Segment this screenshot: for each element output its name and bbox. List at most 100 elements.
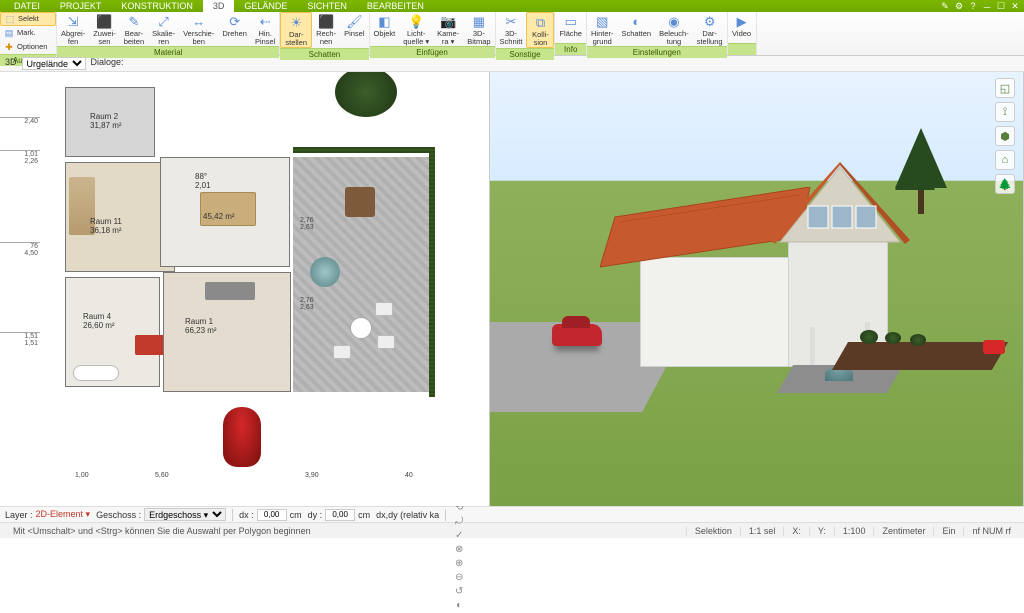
ribbon-icon: ▤ — [4, 28, 14, 38]
ribbon-btn-2-1[interactable]: ⬛Rech- nen — [312, 12, 340, 48]
ribbon-btn-1-1[interactable]: ⬛Zuwei- sen — [89, 12, 120, 46]
ribbon-btn-0-0[interactable]: ⬚Selekt — [0, 12, 56, 26]
ribbon-btn-label: Video — [732, 30, 751, 38]
view-tool-0[interactable]: ◱ — [995, 78, 1015, 98]
view-tool-3[interactable]: ⌂ — [995, 150, 1015, 170]
ribbon-btn-2-0[interactable]: ☀Dar- stellen — [280, 12, 312, 48]
close-icon[interactable]: ✕ — [1010, 1, 1020, 11]
ribbon-btn-1-0[interactable]: ⇲Abgrei- fen — [57, 12, 89, 46]
view-tool-1[interactable]: ⟟ — [995, 102, 1015, 122]
ribbon-btn-1-5[interactable]: ⟳Drehen — [218, 12, 251, 46]
view-tool-4[interactable]: 🌲 — [995, 174, 1015, 194]
umbrella-2d — [310, 257, 340, 287]
ribbon-btn-0-1[interactable]: ▤Mark. — [0, 26, 56, 40]
ribbon-btn-6-3[interactable]: ⚙Dar- stellung — [693, 12, 727, 46]
tab-datei[interactable]: DATEI — [4, 0, 50, 12]
view-2d[interactable]: 2,40 1,01 2,26 76 4,50 1,51 1,51 Raum 23… — [0, 72, 490, 506]
ribbon-icon: ⇠ — [257, 14, 273, 30]
ribbon-btn-0-2[interactable]: ✚Optionen — [0, 40, 56, 54]
ribbon-btn-6-2[interactable]: ◉Beleuch- tung — [655, 12, 693, 46]
ribbon-btn-label: Kolli- sion — [532, 31, 549, 47]
dialog-label: Dialoge: — [91, 57, 124, 70]
ribbon-btn-4-0[interactable]: ✂3D- Schnitt — [496, 12, 527, 48]
coord-mode[interactable]: dx,dy (relativ ka — [376, 510, 439, 520]
ribbon-btn-label: Objekt — [374, 30, 396, 38]
ribbon-btn-4-1[interactable]: ⧉Kolli- sion — [526, 12, 554, 48]
layer-select[interactable]: 2D-Element ▾ — [36, 509, 91, 520]
ribbon-btn-1-4[interactable]: ↔Verschie- ben — [179, 12, 218, 46]
mode-select[interactable]: Urgelände — [22, 57, 86, 70]
info-icon[interactable]: ? — [968, 1, 978, 11]
ribbon-btn-1-2[interactable]: ✎Bear- beiten — [120, 12, 148, 46]
view-tools: ◱ ⟟ ⬢ ⌂ 🌲 — [995, 78, 1017, 194]
ribbon-icon: ⇲ — [65, 14, 81, 30]
ribbon-btn-label: Skalie- ren — [152, 30, 175, 46]
bush-2d — [335, 72, 397, 117]
bottom-tool-10[interactable]: ⊕ — [452, 557, 466, 571]
ribbon-btn-7-0[interactable]: ▶Video — [728, 12, 756, 43]
ribbon-btn-label: Verschie- ben — [183, 30, 214, 46]
ribbon-btn-1-3[interactable]: ⤢Skalie- ren — [148, 12, 179, 46]
bottom-tool-12[interactable]: ↺ — [452, 585, 466, 599]
view-tool-2[interactable]: ⬢ — [995, 126, 1015, 146]
tab-3d[interactable]: 3D — [203, 0, 235, 12]
ribbon-btn-label: Rech- nen — [316, 30, 336, 46]
ribbon-btn-5-0[interactable]: ▭Fläche — [555, 12, 586, 43]
ribbon-icon: ▶ — [734, 14, 750, 30]
ribbon-btn-label: Pinsel — [344, 30, 364, 38]
window-controls: ✎ ⚙ ? － ☐ ✕ — [940, 1, 1020, 11]
ribbon-group-6: ▧Hinter- grund◐Schatten◉Beleuch- tung⚙Da… — [587, 12, 728, 55]
ribbon-btn-label: Abgrei- fen — [61, 30, 85, 46]
ribbon-btn-label: Hinter- grund — [591, 30, 614, 46]
ribbon-icon: 💡 — [408, 14, 424, 30]
help-icon[interactable]: ✎ — [940, 1, 950, 11]
tab-projekt[interactable]: PROJEKT — [50, 0, 112, 12]
ribbon-icon: ⬛ — [96, 14, 112, 30]
dx-input[interactable] — [257, 509, 287, 521]
ribbon-btn-label: Optionen — [17, 43, 47, 51]
settings-icon[interactable]: ⚙ — [954, 1, 964, 11]
ribbon-btn-3-2[interactable]: 📷Kame- ra ▾ — [433, 12, 463, 46]
ribbon-btn-6-0[interactable]: ▧Hinter- grund — [587, 12, 618, 46]
tab-konstruktion[interactable]: KONSTRUKTION — [111, 0, 203, 12]
dy-label: dy : — [308, 510, 323, 520]
ribbon-btn-label: 3D- Schnitt — [500, 30, 523, 46]
dx-label: dx : — [239, 510, 254, 520]
ribbon-btn-1-6[interactable]: ⇠Hin. Pinsel — [251, 12, 279, 46]
ribbon-icon: ▧ — [594, 14, 610, 30]
bottom-tool-14[interactable]: ◐ — [452, 599, 466, 613]
status-num: nf NUM rf — [963, 526, 1019, 536]
mode-label: 3D — [5, 57, 17, 70]
tab-sichten[interactable]: SICHTEN — [297, 0, 357, 12]
minimize-icon[interactable]: － — [982, 1, 992, 11]
ribbon-btn-2-2[interactable]: 🖌Pinsel — [340, 12, 368, 48]
tree-3d — [895, 192, 947, 214]
ribbon-btn-label: Zuwei- sen — [93, 30, 116, 46]
tab-bearbeiten[interactable]: BEARBEITEN — [357, 0, 434, 12]
ribbon-icon: ◉ — [666, 14, 682, 30]
ribbon-btn-3-0[interactable]: ◧Objekt — [370, 12, 400, 46]
ribbon-btn-label: Kame- ra ▾ — [437, 30, 459, 46]
dy-input[interactable] — [325, 509, 355, 521]
ribbon-btn-6-1[interactable]: ◐Schatten — [618, 12, 656, 46]
ribbon-btn-label: Schatten — [622, 30, 652, 38]
maximize-icon[interactable]: ☐ — [996, 1, 1006, 11]
ribbon-icon: ↔ — [191, 14, 207, 30]
status-scale: 1:100 — [834, 526, 874, 536]
car-3d — [552, 324, 602, 346]
ribbon: ⬚Selekt▤Mark.✚OptionenAuswahl⇲Abgrei- fe… — [0, 12, 1024, 56]
bottom-tool-9[interactable]: ⊗ — [452, 543, 466, 557]
ribbon-btn-label: Hin. Pinsel — [255, 30, 275, 46]
ribbon-btn-label: Dar- stellen — [285, 31, 307, 47]
status-ratio: 1:1 sel — [740, 526, 784, 536]
view-3d[interactable]: ◱ ⟟ ⬢ ⌂ 🌲 — [490, 72, 1024, 506]
ribbon-btn-3-3[interactable]: ▦3D- Bitmap — [463, 12, 494, 46]
ribbon-icon: ▦ — [471, 14, 487, 30]
ribbon-btn-3-1[interactable]: 💡Licht- quelle ▾ — [399, 12, 433, 46]
ribbon-btn-label: Selekt — [18, 15, 39, 23]
floor-plan: Raum 231,87 m² Raum 1136,18 m² 88° 2,01 … — [45, 77, 445, 477]
ribbon-icon: ⧉ — [532, 15, 548, 31]
tab-gelaende[interactable]: GELÄNDE — [234, 0, 297, 12]
bottom-tool-11[interactable]: ⊖ — [452, 571, 466, 585]
geschoss-select[interactable]: Erdgeschoss ▾ — [144, 508, 226, 521]
